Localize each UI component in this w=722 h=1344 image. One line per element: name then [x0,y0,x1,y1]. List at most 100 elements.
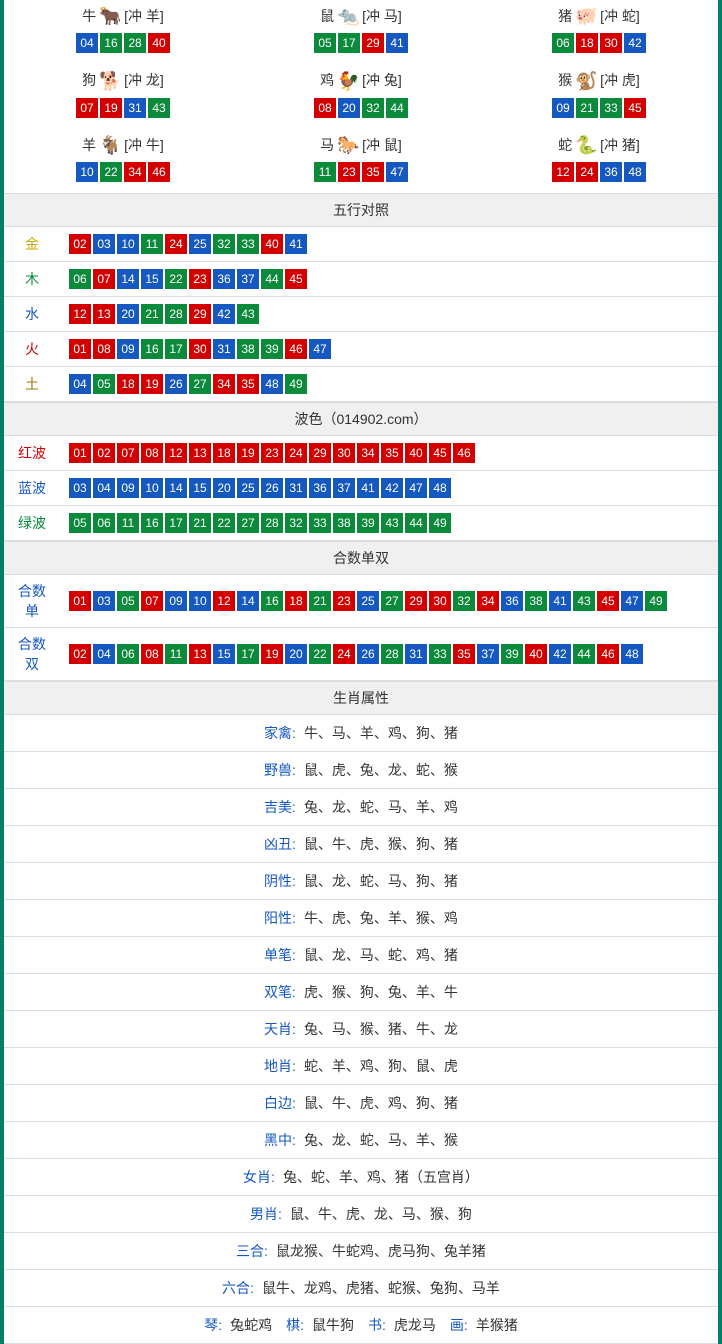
zodiac-conflict: [冲 马] [362,8,402,24]
number-ball: 09 [552,98,574,118]
zodiac-cell: 牛🐂[冲 羊]04162840 [4,0,242,64]
row-label: 木 [4,261,60,296]
number-ball: 43 [381,513,403,533]
attr-row: 凶丑:鼠、牛、虎、猴、狗、猪 [4,826,718,863]
number-ball: 45 [624,98,646,118]
number-ball: 45 [429,443,451,463]
number-ball: 25 [189,234,211,254]
attr-value: 牛、虎、兔、羊、猴、鸡 [304,910,458,926]
number-ball: 46 [285,339,307,359]
number-ball: 08 [93,339,115,359]
number-ball: 04 [76,33,98,53]
number-ball: 37 [237,269,259,289]
number-ball: 34 [213,374,235,394]
zodiac-title: 鼠🐀[冲 马] [242,6,480,28]
number-ball: 19 [237,443,259,463]
number-ball: 30 [429,591,451,611]
attr-value: 鼠龙猴、牛蛇鸡、虎马狗、兔羊猪 [276,1243,486,1259]
number-ball: 14 [237,591,259,611]
zodiac-conflict: [冲 兔] [362,72,402,88]
number-ball: 03 [93,591,115,611]
number-ball: 31 [124,98,146,118]
zodiac-numbers: 05172941 [242,32,480,54]
number-ball: 06 [117,644,139,664]
header-wuxing: 五行对照 [4,193,718,227]
number-ball: 24 [576,162,598,182]
attr-value: 蛇、羊、鸡、狗、鼠、虎 [304,1058,458,1074]
number-ball: 30 [333,443,355,463]
attr-label: 白边: [264,1095,296,1111]
attr-value: 虎、猴、狗、兔、羊、牛 [304,984,458,1000]
number-ball: 33 [429,644,451,664]
zodiac-title: 鸡🐓[冲 兔] [242,70,480,92]
number-ball: 11 [314,162,336,182]
number-ball: 45 [597,591,619,611]
number-ball: 23 [333,591,355,611]
number-ball: 20 [338,98,360,118]
attr-row: 单笔: 鼠、龙、马、蛇、鸡、猪 [4,937,718,974]
attr-value: 牛、马、羊、鸡、狗、猪 [304,725,458,741]
zodiac-conflict: [冲 羊] [124,8,164,24]
number-ball: 24 [165,234,187,254]
zodiac-icon: 🐒 [572,71,600,93]
row-label: 水 [4,296,60,331]
attr-label: 野兽: [264,762,296,778]
row-label: 火 [4,331,60,366]
number-ball: 12 [213,591,235,611]
last-row: 琴:兔蛇鸡 棋:鼠牛狗 书:虎龙马 画:羊猴猪 [4,1307,718,1344]
number-ball: 27 [381,591,403,611]
number-ball: 32 [213,234,235,254]
row-numbers: 0102070812131819232429303435404546 [60,436,718,471]
number-ball: 41 [549,591,571,611]
number-ball: 09 [117,339,139,359]
attr-row: 男肖:鼠、牛、虎、龙、马、猴、狗 [4,1196,718,1233]
number-ball: 11 [141,234,163,254]
number-ball: 13 [93,304,115,324]
row-numbers: 1213202128294243 [60,296,718,331]
row-label: 金 [4,227,60,262]
zodiac-conflict: [冲 龙] [124,72,164,88]
number-ball: 09 [165,591,187,611]
number-ball: 02 [93,443,115,463]
heshu-table: 合数单0103050709101214161821232527293032343… [4,575,718,681]
number-ball: 17 [165,339,187,359]
number-ball: 20 [117,304,139,324]
zodiac-numbers: 10223446 [4,161,242,183]
zodiac-icon: 🐓 [334,71,362,93]
number-ball: 49 [429,513,451,533]
number-ball: 29 [405,591,427,611]
attr-label: 六合: [222,1280,254,1296]
table-row: 木06071415222336374445 [4,261,718,296]
number-ball: 31 [213,339,235,359]
number-ball: 44 [405,513,427,533]
zodiac-name: 羊 [82,137,96,153]
zodiac-title: 马🐎[冲 鼠] [242,135,480,157]
number-ball: 11 [165,644,187,664]
number-ball: 37 [333,478,355,498]
number-ball: 16 [100,33,122,53]
number-ball: 35 [362,162,384,182]
number-ball: 34 [477,591,499,611]
attr-value: 鼠、龙、马、蛇、鸡、猪 [304,947,458,963]
row-numbers: 03040910141520252631363741424748 [60,470,718,505]
number-ball: 22 [165,269,187,289]
number-ball: 46 [453,443,475,463]
table-row: 合数单0103050709101214161821232527293032343… [4,575,718,628]
number-ball: 29 [362,33,384,53]
table-row: 土04051819262734354849 [4,366,718,401]
number-ball: 07 [76,98,98,118]
number-ball: 38 [237,339,259,359]
table-row: 火0108091617303138394647 [4,331,718,366]
number-ball: 20 [213,478,235,498]
attr-label: 天肖: [264,1021,296,1037]
number-ball: 31 [405,644,427,664]
row-numbers: 0204060811131517192022242628313335373940… [60,627,718,680]
number-ball: 45 [285,269,307,289]
number-ball: 22 [309,644,331,664]
number-ball: 31 [285,478,307,498]
number-ball: 35 [381,443,403,463]
attr-label: 单笔: [264,947,296,963]
attr-row: 三合:鼠龙猴、牛蛇鸡、虎马狗、兔羊猪 [4,1233,718,1270]
zodiac-numbers: 12243648 [480,161,718,183]
zodiac-title: 牛🐂[冲 羊] [4,6,242,28]
